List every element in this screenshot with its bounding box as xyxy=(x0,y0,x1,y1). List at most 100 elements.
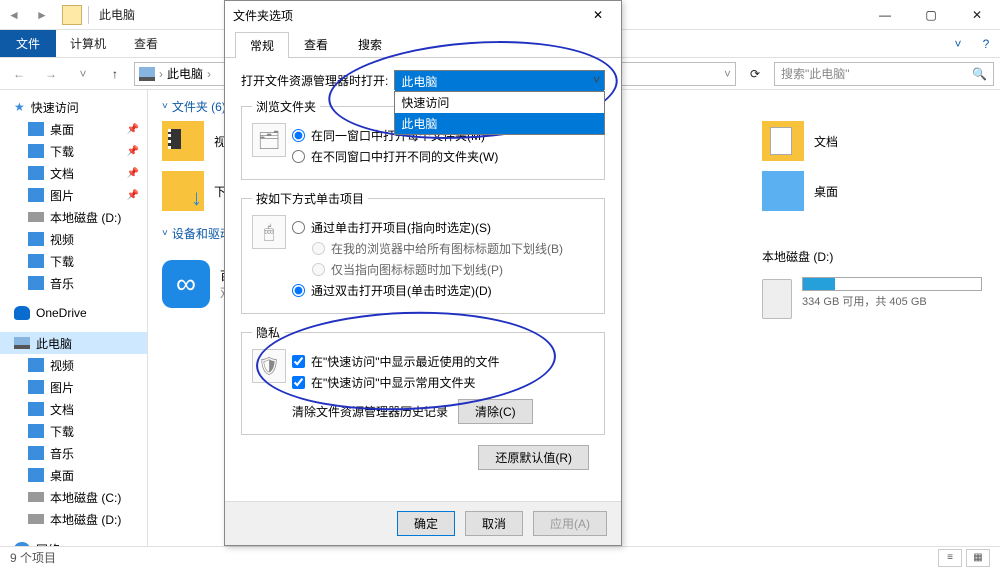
window-title: 此电脑 xyxy=(99,6,135,23)
ribbon-tab-view[interactable]: 查看 xyxy=(120,30,172,57)
help-icon[interactable]: ? xyxy=(972,30,1000,57)
check-recent-files[interactable] xyxy=(292,355,305,368)
download-icon xyxy=(28,144,44,158)
file-menu-button[interactable]: 文件 xyxy=(0,30,56,57)
maximize-button[interactable]: ▢ xyxy=(908,0,954,30)
desktop-icon xyxy=(28,468,44,482)
disk-icon xyxy=(28,212,44,222)
nav-up-button[interactable]: ↑ xyxy=(102,62,128,86)
disk-usage-bar xyxy=(802,277,982,291)
folder-download-icon xyxy=(162,171,204,211)
ribbon-expand-icon[interactable]: ˅ xyxy=(944,30,972,57)
desktop-icon xyxy=(28,122,44,136)
search-icon: 🔍 xyxy=(972,67,987,81)
sidebar-network[interactable]: 网络 xyxy=(0,538,147,546)
search-input[interactable]: 搜索"此电脑" 🔍 xyxy=(774,62,994,86)
sidebar-item-video[interactable]: 视频 xyxy=(0,228,147,250)
ok-button[interactable]: 确定 xyxy=(397,511,455,536)
radio-single-click[interactable] xyxy=(292,221,305,234)
history-back-icon[interactable]: ◄ xyxy=(0,1,28,29)
folder-documents[interactable]: 文档 xyxy=(762,121,982,161)
radio-underline-all xyxy=(312,242,325,255)
tab-general[interactable]: 常规 xyxy=(235,32,289,58)
ribbon-tab-computer[interactable]: 计算机 xyxy=(56,30,120,57)
sidebar-pc-desktop[interactable]: 桌面 xyxy=(0,464,147,486)
sidebar-item-downloads2[interactable]: 下载 xyxy=(0,250,147,272)
video-icon xyxy=(28,358,44,372)
sidebar-pc-downloads[interactable]: 下载 xyxy=(0,420,147,442)
open-explorer-label: 打开文件资源管理器时打开: xyxy=(241,72,388,89)
apply-button[interactable]: 应用(A) xyxy=(533,511,607,536)
minimize-button[interactable]: — xyxy=(862,0,908,30)
open-explorer-dropdown: 快速访问 此电脑 xyxy=(394,91,605,135)
sidebar-pc-video[interactable]: 视频 xyxy=(0,354,147,376)
sidebar-pc-documents[interactable]: 文档 xyxy=(0,398,147,420)
dialog-close-button[interactable]: ✕ xyxy=(583,8,613,22)
document-icon xyxy=(28,402,44,416)
download-icon xyxy=(28,254,44,268)
address-text: 此电脑 xyxy=(167,65,203,82)
click-legend: 按如下方式单击项目 xyxy=(252,190,368,207)
nav-back-button[interactable]: ← xyxy=(6,62,32,86)
sidebar-item-disk-d[interactable]: 本地磁盘 (D:) xyxy=(0,206,147,228)
browse-legend: 浏览文件夹 xyxy=(252,98,320,115)
nav-recent-button[interactable]: ˅ xyxy=(70,62,96,86)
sidebar-disk-d2[interactable]: 本地磁盘 (D:) xyxy=(0,508,147,530)
clear-history-label: 清除文件资源管理器历史记录 xyxy=(292,403,448,420)
check-frequent-folders[interactable] xyxy=(292,376,305,389)
chevron-down-icon: ˅ xyxy=(162,228,168,239)
sidebar-item-downloads[interactable]: 下载📌 xyxy=(0,140,147,162)
sidebar-item-desktop[interactable]: 桌面📌 xyxy=(0,118,147,140)
sidebar-this-pc[interactable]: 此电脑 xyxy=(0,332,147,354)
radio-same-window[interactable] xyxy=(292,129,305,142)
pin-icon: 📌 xyxy=(127,124,139,135)
folder-desktop[interactable]: 桌面 xyxy=(762,171,982,211)
dropdown-option-quick[interactable]: 快速访问 xyxy=(395,92,604,113)
chevron-down-icon: ˅ xyxy=(593,73,600,87)
document-icon xyxy=(28,166,44,180)
sidebar-item-documents[interactable]: 文档📌 xyxy=(0,162,147,184)
pin-icon: 📌 xyxy=(127,190,139,201)
chevron-down-icon: ˅ xyxy=(162,101,168,112)
chevron-right-icon: › xyxy=(159,67,163,81)
radio-diff-window[interactable] xyxy=(292,150,305,163)
view-details-button[interactable]: ≡ xyxy=(938,549,962,567)
dialog-titlebar: 文件夹选项 ✕ xyxy=(225,1,621,29)
picture-icon xyxy=(28,380,44,394)
sidebar-quick-access[interactable]: ★快速访问 xyxy=(0,96,147,118)
radio-double-click[interactable] xyxy=(292,284,305,297)
refresh-button[interactable]: ⟳ xyxy=(742,62,768,86)
baidu-icon: ∞ xyxy=(162,260,210,308)
disk-usage-text: 334 GB 可用，共 405 GB xyxy=(802,293,982,309)
tab-search[interactable]: 搜索 xyxy=(343,31,397,57)
history-forward-icon[interactable]: ► xyxy=(28,1,56,29)
privacy-icon: 🛡 xyxy=(252,349,286,383)
view-icons-button[interactable]: ▦ xyxy=(966,549,990,567)
address-dropdown-icon[interactable]: ˅ xyxy=(724,67,731,81)
pin-icon: 📌 xyxy=(127,146,139,157)
download-icon xyxy=(28,424,44,438)
star-icon: ★ xyxy=(14,100,25,114)
restore-defaults-button[interactable]: 还原默认值(R) xyxy=(478,445,589,470)
sidebar-pc-pictures[interactable]: 图片 xyxy=(0,376,147,398)
dropdown-option-thispc[interactable]: 此电脑 xyxy=(395,113,604,134)
pc-icon xyxy=(139,67,155,81)
sidebar-item-pictures[interactable]: 图片📌 xyxy=(0,184,147,206)
tab-view[interactable]: 查看 xyxy=(289,31,343,57)
close-button[interactable]: ✕ xyxy=(954,0,1000,30)
sidebar-item-music[interactable]: 音乐 xyxy=(0,272,147,294)
cancel-button[interactable]: 取消 xyxy=(465,511,523,536)
explorer-icon xyxy=(62,5,82,25)
music-icon xyxy=(28,446,44,460)
open-explorer-select[interactable]: 此电脑 ˅ 快速访问 此电脑 xyxy=(394,70,605,90)
sidebar-disk-c[interactable]: 本地磁盘 (C:) xyxy=(0,486,147,508)
item-disk-d[interactable]: 本地磁盘 (D:) 334 GB 可用，共 405 GB xyxy=(762,248,982,319)
folder-document-icon xyxy=(762,121,804,161)
sidebar-onedrive[interactable]: OneDrive xyxy=(0,302,147,324)
folder-options-dialog: 文件夹选项 ✕ 常规 查看 搜索 打开文件资源管理器时打开: 此电脑 ˅ 快速访… xyxy=(224,0,622,546)
sidebar-pc-music[interactable]: 音乐 xyxy=(0,442,147,464)
music-icon xyxy=(28,276,44,290)
disk-icon xyxy=(762,279,792,319)
nav-forward-button[interactable]: → xyxy=(38,62,64,86)
clear-button[interactable]: 清除(C) xyxy=(458,399,533,424)
